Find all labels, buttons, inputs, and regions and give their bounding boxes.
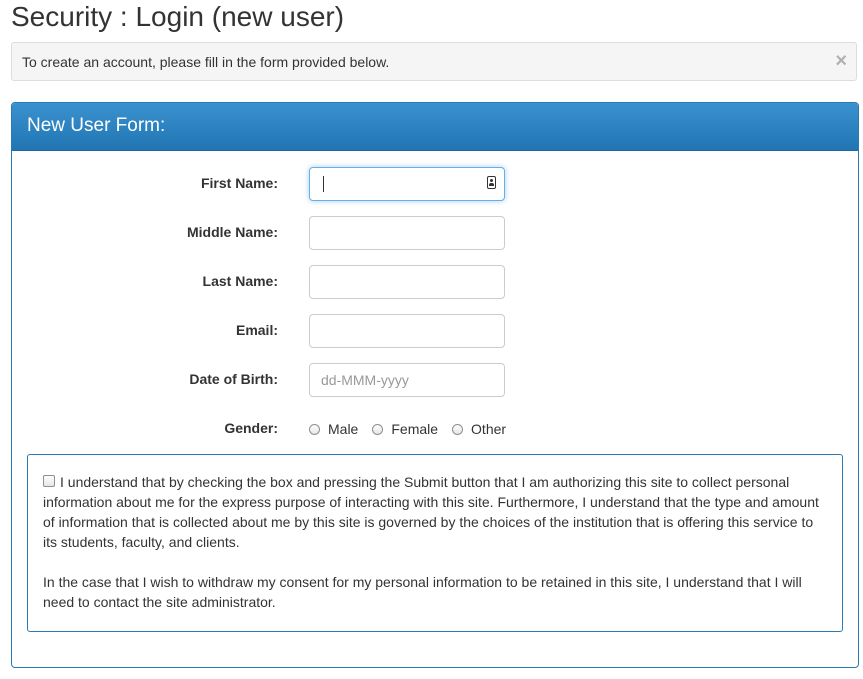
email-label: Email:: [235, 322, 278, 338]
gender-option-male[interactable]: Male: [309, 421, 358, 437]
page-title: Security : Login (new user): [11, 1, 345, 32]
first-name-label: First Name:: [200, 175, 278, 191]
panel-title: New User Form:: [27, 115, 166, 136]
consent-paragraph-1: I understand that by checking the box an…: [43, 474, 819, 550]
new-user-form-panel: New User Form: First Name: Middle Name: …: [11, 102, 859, 668]
gender-label: Gender:: [224, 420, 278, 436]
contact-card-icon[interactable]: [487, 176, 496, 189]
consent-paragraph-2: In the case that I wish to withdraw my c…: [43, 574, 802, 610]
consent-checkbox[interactable]: [43, 475, 55, 487]
radio-female[interactable]: [372, 423, 384, 435]
middle-name-label: Middle Name:: [186, 224, 278, 240]
alert-message: To create an account, please fill in the…: [22, 54, 390, 70]
info-alert: To create an account, please fill in the…: [11, 42, 857, 81]
gender-option-other[interactable]: Other: [452, 421, 506, 437]
panel-heading: New User Form:: [12, 103, 858, 151]
radio-label-male: Male: [328, 421, 359, 437]
radio-label-other: Other: [471, 421, 507, 437]
radio-other[interactable]: [452, 423, 464, 435]
text-caret: [323, 176, 324, 192]
close-icon[interactable]: ×: [835, 51, 847, 71]
last-name-input[interactable]: [309, 265, 505, 299]
email-input[interactable]: [309, 314, 505, 348]
radio-male[interactable]: [309, 423, 320, 435]
gender-option-female[interactable]: Female: [372, 421, 438, 437]
radio-label-female: Female: [391, 421, 439, 437]
middle-name-input[interactable]: [309, 216, 505, 250]
consent-box: I understand that by checking the box an…: [27, 454, 843, 632]
dob-input[interactable]: [309, 363, 505, 397]
last-name-label: Last Name:: [202, 273, 278, 289]
dob-label: Date of Birth:: [189, 371, 278, 387]
first-name-input[interactable]: [309, 167, 505, 201]
gender-radio-group: Male Female Other: [309, 420, 520, 438]
